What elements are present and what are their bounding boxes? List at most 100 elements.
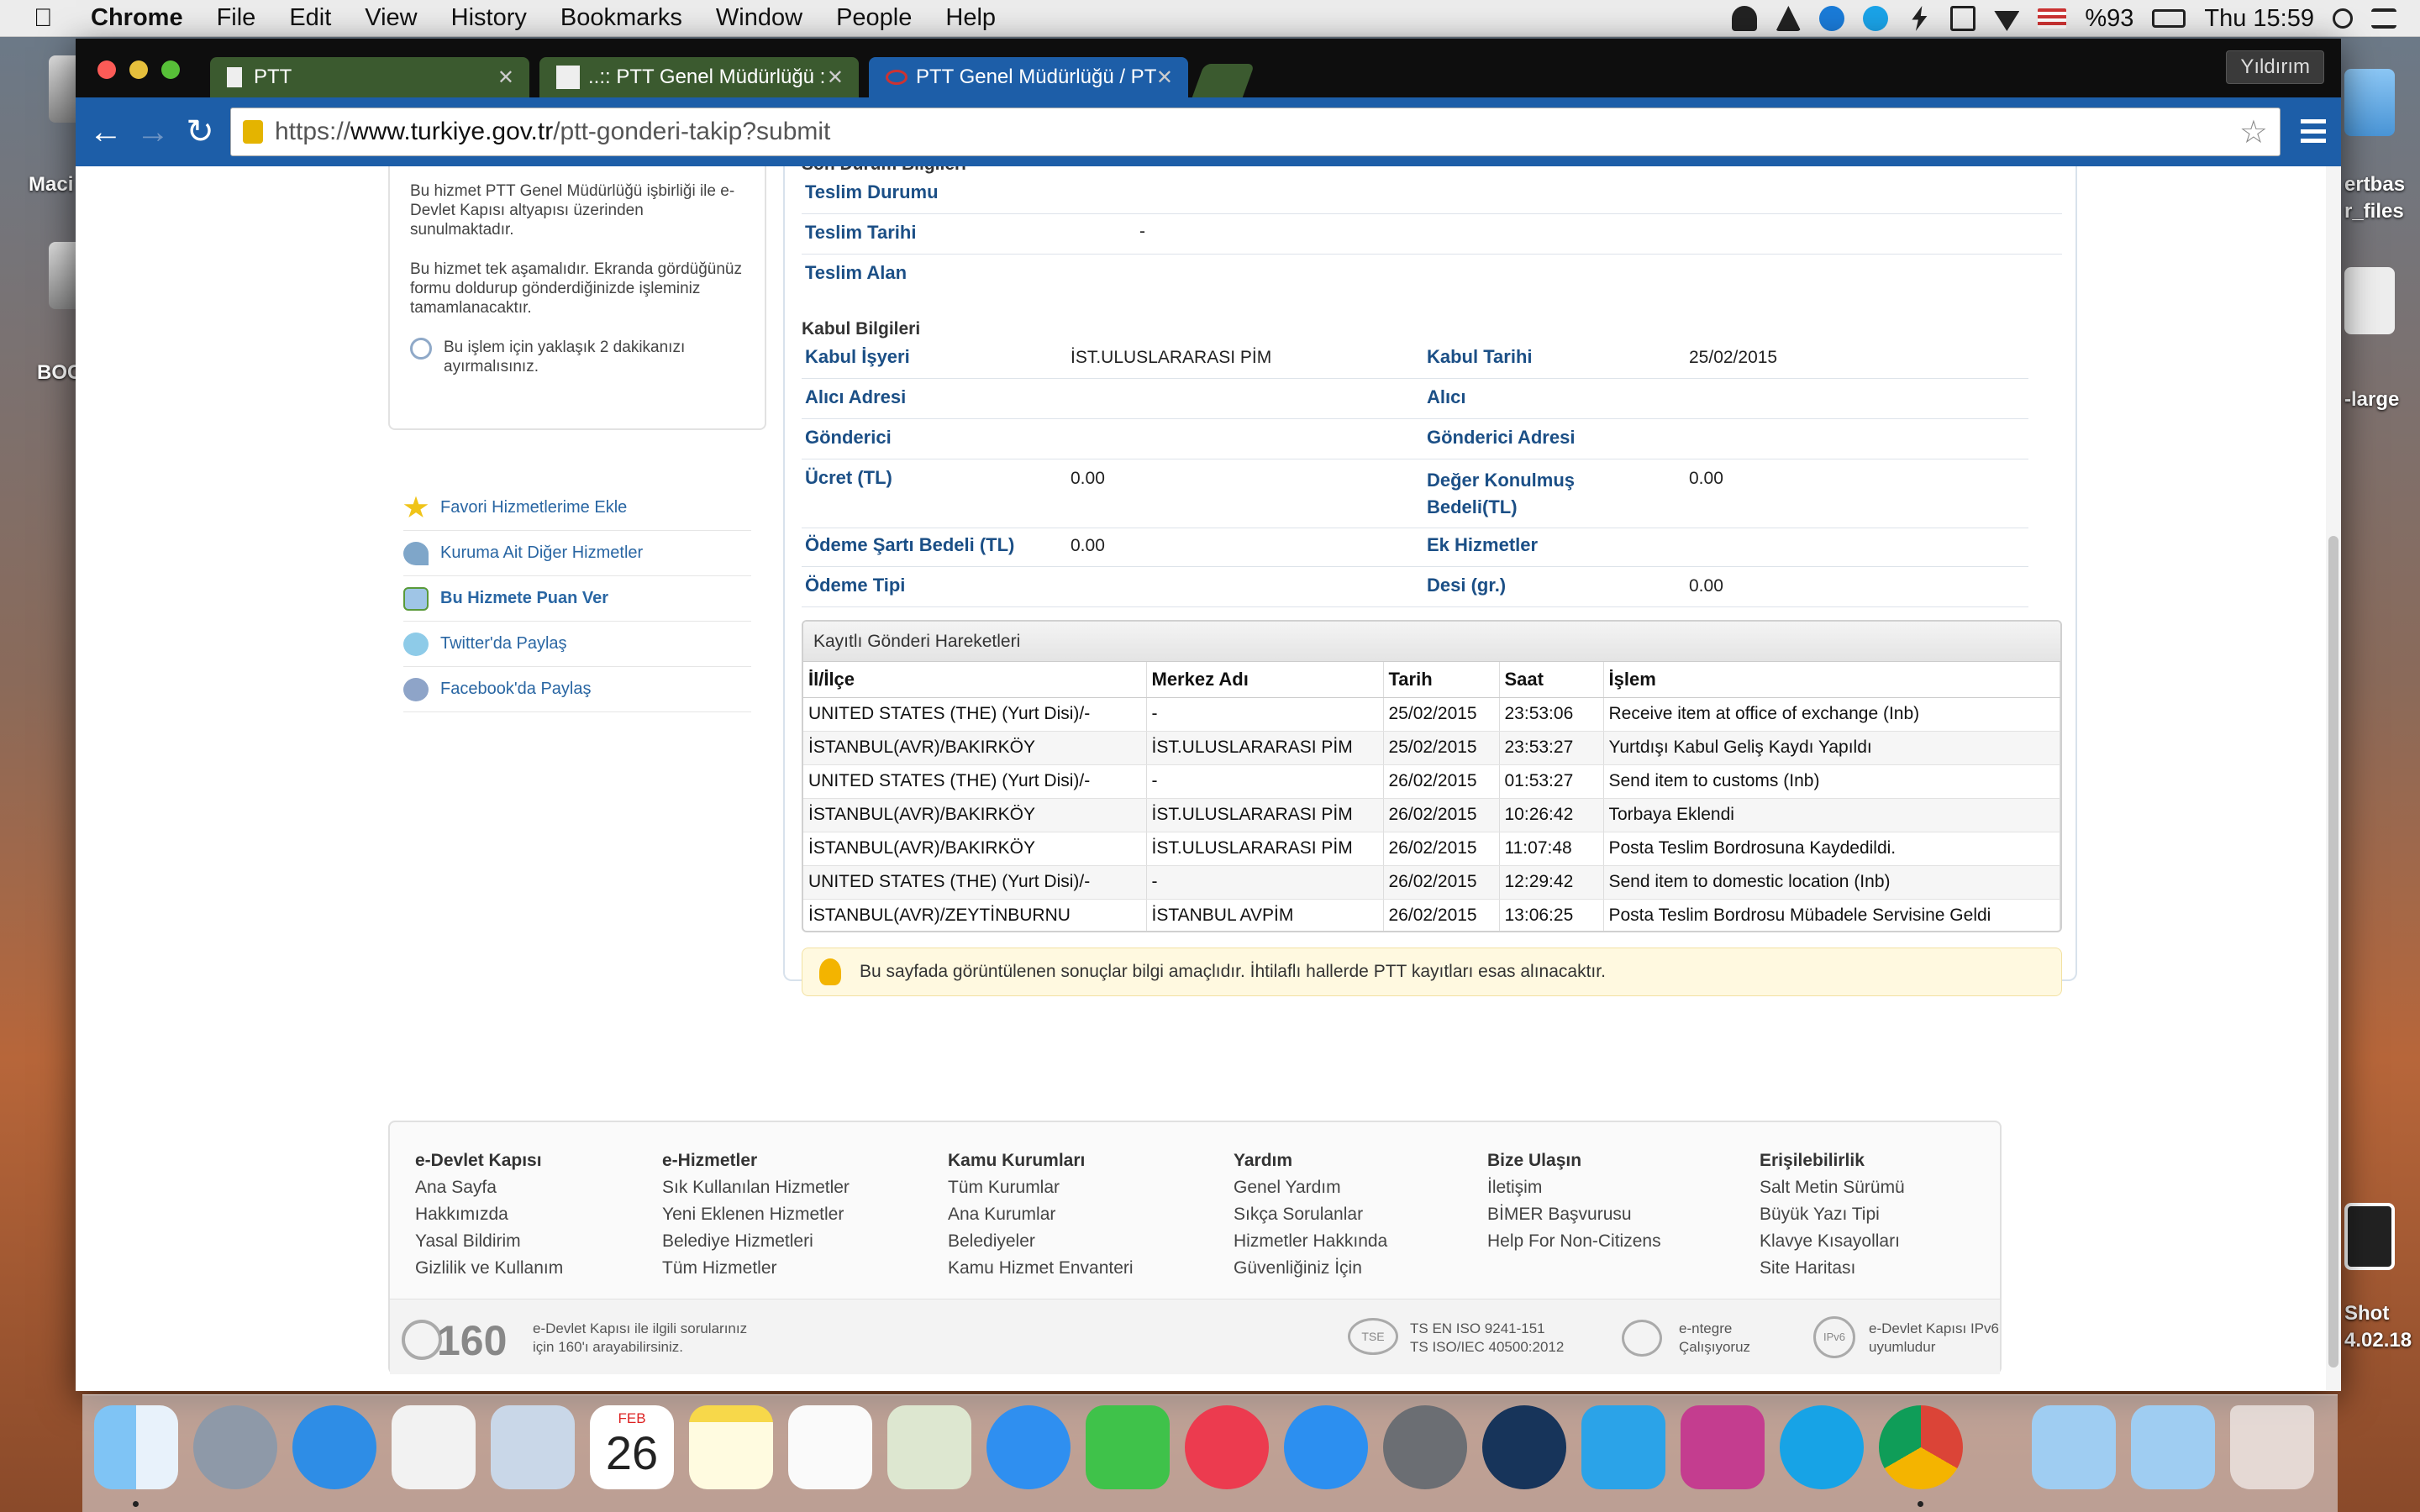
mail-icon[interactable] <box>491 1405 575 1489</box>
tab-ptt-genel-1[interactable]: ..:: PTT Genel Müdürlüğü : ✕ <box>539 57 859 97</box>
address-bar[interactable]: https:// www.turkiye.gov.tr /ptt-gonderi… <box>230 108 2281 156</box>
footer-link[interactable]: Ana Kurumlar <box>948 1201 1134 1228</box>
column-header[interactable]: İşlem <box>1603 662 2060 698</box>
footer-link[interactable]: Yasal Bildirim <box>415 1228 563 1255</box>
bookmark-star-icon[interactable]: ☆ <box>2239 113 2268 151</box>
flag-us-icon[interactable] <box>2038 8 2067 29</box>
steam-icon[interactable] <box>1482 1405 1566 1489</box>
reminders-icon[interactable] <box>788 1405 872 1489</box>
footer-link[interactable]: Hakkımızda <box>415 1201 563 1228</box>
column-header[interactable]: İl/İlçe <box>803 662 1147 698</box>
cleanmymac-icon[interactable] <box>1681 1405 1765 1489</box>
footer-link[interactable]: Tüm Kurumlar <box>948 1174 1134 1201</box>
menu-app-chrome[interactable]: Chrome <box>91 4 183 32</box>
column-header[interactable]: Merkez Adı <box>1146 662 1384 698</box>
chrome-menu-icon[interactable] <box>2301 119 2326 143</box>
desktop-file-icon[interactable] <box>2344 267 2395 334</box>
back-button[interactable]: ← <box>82 113 129 151</box>
apple-icon[interactable]:  <box>34 4 62 33</box>
footer-link[interactable]: Belediye Hizmetleri <box>662 1228 850 1255</box>
skype-icon[interactable] <box>1780 1405 1864 1489</box>
footer-link[interactable]: Genel Yardım <box>1234 1174 1387 1201</box>
close-tab-icon[interactable]: ✕ <box>1156 66 1173 90</box>
twitter-share-link[interactable]: Twitter'da Paylaş <box>403 622 751 667</box>
profile-button[interactable]: Yıldırım <box>2226 50 2324 84</box>
launchpad-icon[interactable] <box>193 1405 277 1489</box>
scrollbar-thumb[interactable] <box>2328 536 2338 1368</box>
spotlight-search-icon[interactable] <box>2333 8 2353 29</box>
close-tab-icon[interactable]: ✕ <box>827 66 844 90</box>
close-window-button[interactable] <box>97 60 116 79</box>
footer-link[interactable]: Klavye Kısayolları <box>1760 1228 1905 1255</box>
footer-link[interactable]: İletişim <box>1487 1174 1661 1201</box>
battery-icon[interactable] <box>2152 9 2186 28</box>
trash-icon[interactable] <box>2230 1405 2314 1489</box>
skype-status-icon[interactable] <box>1863 6 1889 31</box>
calendar-icon[interactable]: FEB 26 <box>590 1405 674 1489</box>
notification-bell-icon[interactable] <box>1732 6 1758 31</box>
column-header[interactable]: Saat <box>1499 662 1604 698</box>
footer-link[interactable]: Yeni Eklenen Hizmetler <box>662 1201 850 1228</box>
shazam-icon[interactable] <box>1819 6 1845 31</box>
rate-service-link[interactable]: Bu Hizmete Puan Ver <box>403 576 751 622</box>
page-scrollbar[interactable] <box>2326 166 2341 1391</box>
close-tab-icon[interactable]: ✕ <box>497 66 514 90</box>
chrome-icon[interactable] <box>1879 1405 1963 1489</box>
downloads-folder-icon[interactable] <box>2032 1405 2116 1489</box>
app-grid-icon[interactable] <box>392 1405 476 1489</box>
footer-link[interactable]: Büyük Yazı Tipi <box>1760 1201 1905 1228</box>
menubar-clock[interactable]: Thu 15:59 <box>2204 5 2314 33</box>
airplay-icon[interactable] <box>1950 6 1976 31</box>
notification-center-icon[interactable] <box>2371 8 2396 29</box>
notes-icon[interactable] <box>689 1405 773 1489</box>
institution-services-link[interactable]: Kuruma Ait Diğer Hizmetler <box>403 531 751 576</box>
lock-icon[interactable] <box>243 120 263 144</box>
tab-ptt-genel-active[interactable]: PTT Genel Müdürlüğü / PT ✕ <box>869 57 1188 97</box>
menu-file[interactable]: File <box>217 4 256 32</box>
menu-people[interactable]: People <box>836 4 912 32</box>
column-header[interactable]: Tarih <box>1383 662 1500 698</box>
menu-history[interactable]: History <box>451 4 527 32</box>
tab-ptt[interactable]: PTT ✕ <box>210 57 529 97</box>
footer-link[interactable]: Hizmetler Hakkında <box>1234 1228 1387 1255</box>
reload-button[interactable]: ↻ <box>176 113 224 151</box>
app-store-icon[interactable] <box>1284 1405 1368 1489</box>
forward-button[interactable]: → <box>129 113 176 151</box>
wifi-icon[interactable] <box>1994 11 2020 31</box>
footer-link[interactable]: Tüm Hizmetler <box>662 1255 850 1282</box>
menu-help[interactable]: Help <box>945 4 996 32</box>
footer-link[interactable]: Site Haritası <box>1760 1255 1905 1282</box>
menu-view[interactable]: View <box>365 4 417 32</box>
menu-bookmarks[interactable]: Bookmarks <box>560 4 682 32</box>
safari-icon[interactable] <box>292 1405 376 1489</box>
new-tab-button[interactable] <box>1192 64 1255 97</box>
itunes-icon[interactable] <box>1185 1405 1269 1489</box>
minimize-window-button[interactable] <box>129 60 148 79</box>
zoom-window-button[interactable] <box>161 60 180 79</box>
battery-percent[interactable]: %93 <box>2085 5 2133 33</box>
footer-link[interactable]: Sık Kullanılan Hizmetler <box>662 1174 850 1201</box>
footer-link[interactable]: Güvenliğiniz İçin <box>1234 1255 1387 1282</box>
desktop-screenshot-icon[interactable] <box>2344 1203 2395 1270</box>
footer-link[interactable]: Sıkça Sorulanlar <box>1234 1201 1387 1228</box>
messages-icon[interactable] <box>986 1405 1071 1489</box>
footer-link[interactable]: Help For Non-Citizens <box>1487 1228 1661 1255</box>
power-bolt-icon[interactable] <box>1912 6 1928 31</box>
footer-link[interactable]: Belediyeler <box>948 1228 1134 1255</box>
preview-icon[interactable] <box>887 1405 971 1489</box>
favorite-add-link[interactable]: Favori Hizmetlerime Ekle <box>403 486 751 531</box>
system-preferences-icon[interactable] <box>1383 1405 1467 1489</box>
desktop-folder-icon[interactable] <box>2344 69 2395 136</box>
finder-icon[interactable] <box>94 1405 178 1489</box>
menu-edit[interactable]: Edit <box>289 4 331 32</box>
google-drive-icon[interactable] <box>1776 6 1802 31</box>
facetime-icon[interactable] <box>1086 1405 1170 1489</box>
facebook-share-link[interactable]: Facebook'da Paylaş <box>403 667 751 712</box>
menu-window[interactable]: Window <box>716 4 802 32</box>
applications-folder-icon[interactable] <box>2131 1405 2215 1489</box>
footer-link[interactable]: Ana Sayfa <box>415 1174 563 1201</box>
footer-link[interactable]: BİMER Başvurusu <box>1487 1201 1661 1228</box>
footer-link[interactable]: Gizlilik ve Kullanım <box>415 1255 563 1282</box>
footer-link[interactable]: Kamu Hizmet Envanteri <box>948 1255 1134 1282</box>
twitter-app-icon[interactable] <box>1581 1405 1665 1489</box>
